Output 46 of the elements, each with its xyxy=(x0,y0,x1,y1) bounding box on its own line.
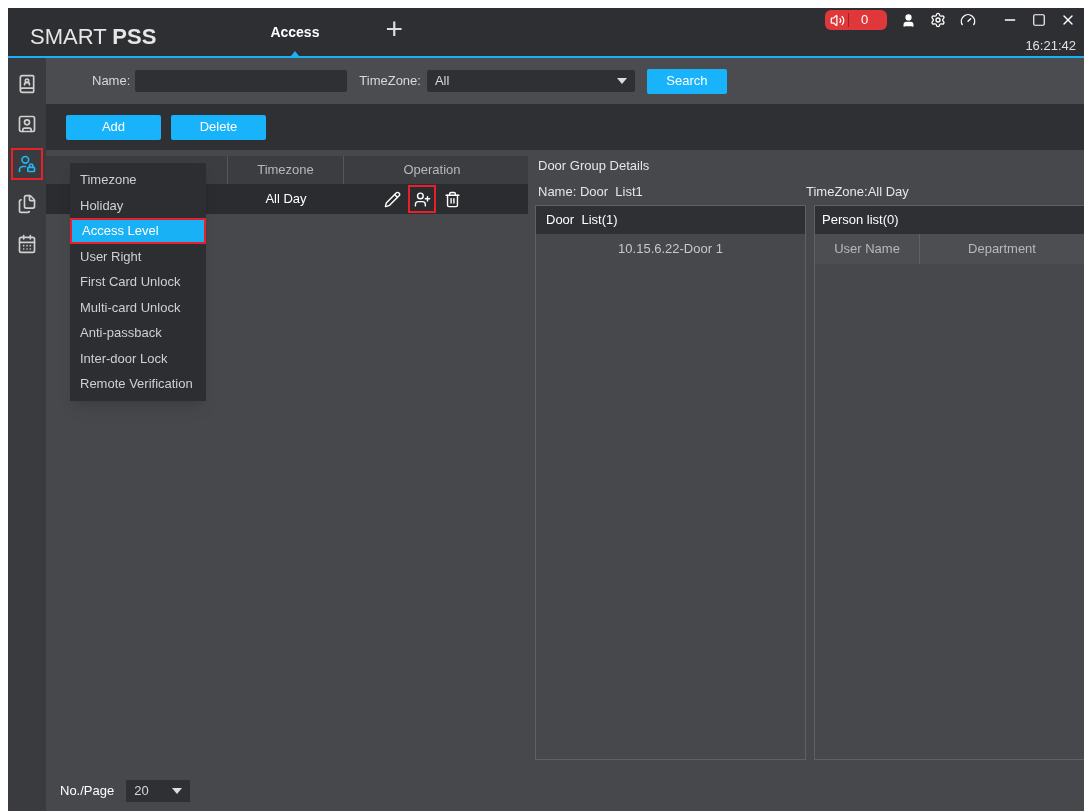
add-user-button[interactable] xyxy=(408,185,436,213)
app-logo: SMART PSS xyxy=(30,23,157,51)
caret-icon xyxy=(172,788,183,794)
gauge-icon[interactable] xyxy=(960,12,976,28)
table-cell-text: All Day xyxy=(264,190,308,209)
column-header: Operation xyxy=(402,161,462,180)
user-lock-icon xyxy=(17,154,37,174)
page-size-label: No./Page xyxy=(60,782,115,801)
door-list-item[interactable]: 10.15.6.22-Door 1 xyxy=(536,234,805,264)
pencil-icon xyxy=(383,190,401,208)
page-size-dropdown[interactable]: 20 xyxy=(126,780,191,802)
trash-icon xyxy=(443,190,461,208)
speaker-icon xyxy=(830,12,845,28)
settings-icon[interactable] xyxy=(930,12,946,28)
calendar-icon xyxy=(17,234,37,254)
menu-item[interactable]: Holiday xyxy=(70,192,206,218)
menu-item[interactable]: Multi-card Unlock xyxy=(70,294,206,320)
caret-icon xyxy=(616,78,627,84)
menu-item[interactable]: Anti-passback xyxy=(70,320,206,346)
add-user-icon xyxy=(413,190,431,208)
timezone-dropdown[interactable]: All xyxy=(426,70,635,92)
id-badge-icon xyxy=(17,114,37,134)
menu-item[interactable]: Inter-door Lock xyxy=(70,345,206,371)
clock: 16:21:42 xyxy=(1025,37,1076,55)
door-group-name: Name: Door List1 xyxy=(538,182,644,201)
alarm-counter[interactable]: 0 xyxy=(825,10,887,30)
add-tab-button[interactable]: + xyxy=(385,14,403,44)
documents-icon xyxy=(17,194,37,214)
door-user-icon xyxy=(17,74,37,94)
panel-title: Door List(1) xyxy=(536,206,805,234)
sidebar-item[interactable] xyxy=(11,148,43,180)
alarm-count: 0 xyxy=(861,11,869,30)
details-title: Door Group Details xyxy=(538,157,651,175)
door-group-timezone: TimeZone:All Day xyxy=(806,182,909,201)
name-label: Name: xyxy=(92,72,131,91)
menu-item[interactable]: Timezone xyxy=(70,167,206,193)
menu-item[interactable]: User Right xyxy=(70,243,206,269)
column-header: User Name xyxy=(815,234,920,264)
menu-item[interactable]: First Card Unlock xyxy=(70,269,206,295)
menu-item[interactable]: Remote Verification xyxy=(70,371,206,397)
user-icon[interactable] xyxy=(901,12,916,28)
name-field[interactable] xyxy=(135,70,348,92)
timezone-label: TimeZone: xyxy=(359,72,421,91)
column-header: Department xyxy=(967,240,1037,259)
panel-title: Person list(0) xyxy=(815,206,1084,234)
maximize-icon[interactable] xyxy=(1032,13,1046,27)
